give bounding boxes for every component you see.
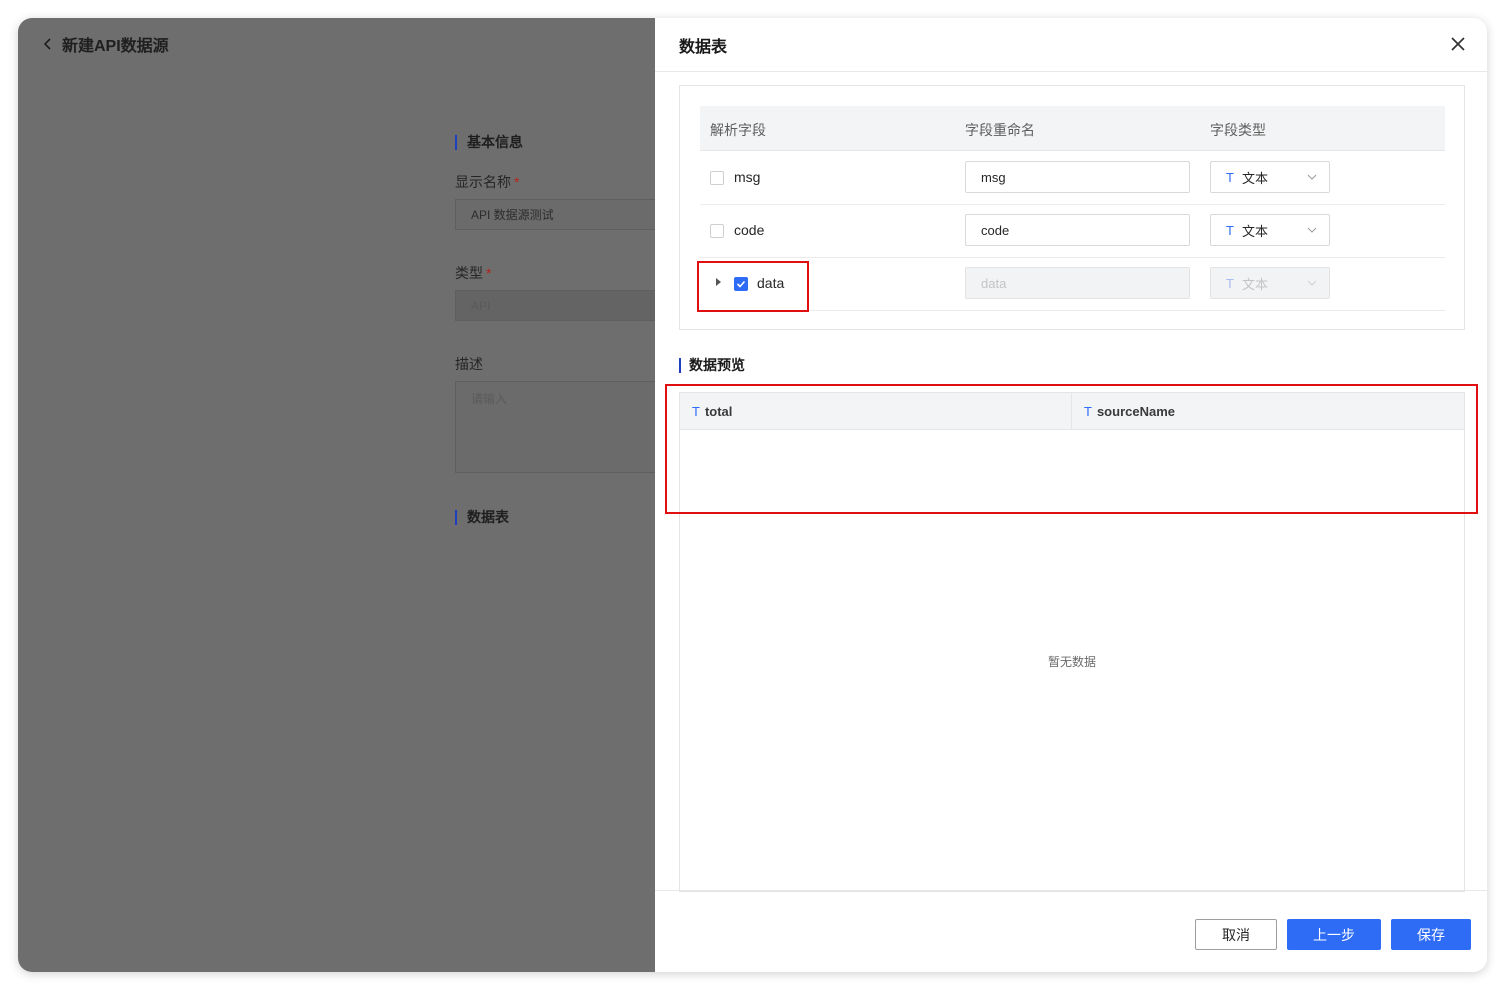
data-table-drawer: 数据表 解析字段 字段重命名 字段类型 msg msg T 文本 code co…	[655, 18, 1487, 972]
header-rename: 字段重命名	[965, 122, 1035, 138]
fields-table-header: 解析字段 字段重命名 字段类型	[700, 106, 1445, 151]
section-title-data-table: 数据表	[455, 510, 509, 525]
type-select-data: T 文本	[1210, 267, 1330, 299]
empty-state-text: 暂无数据	[1047, 655, 1096, 669]
page-header: 新建API数据源	[40, 32, 169, 56]
fields-table: 解析字段 字段重命名 字段类型 msg msg T 文本 code code T…	[679, 85, 1465, 330]
drawer-footer: 取消 上一步 保存	[655, 890, 1487, 972]
page-title: 新建API数据源	[62, 38, 169, 55]
previous-step-button[interactable]: 上一步	[1287, 919, 1381, 950]
display-name-input[interactable]: API 数据源测试	[455, 199, 665, 230]
expand-caret-icon[interactable]	[716, 278, 721, 286]
close-icon[interactable]	[1449, 35, 1467, 53]
field-checkbox-code[interactable]	[710, 224, 724, 238]
save-button[interactable]: 保存	[1391, 919, 1471, 950]
description-textarea[interactable]: 请输入	[455, 381, 665, 473]
drawer-header: 数据表	[655, 18, 1487, 72]
field-name-data: data	[757, 275, 785, 291]
preview-table: T total T sourceName 暂无数据	[679, 392, 1465, 892]
cancel-button[interactable]: 取消	[1195, 919, 1277, 950]
text-type-icon: T	[1226, 169, 1234, 185]
chevron-down-icon	[1307, 174, 1317, 180]
text-type-icon: T	[1084, 403, 1092, 419]
header-parse-field: 解析字段	[710, 122, 766, 138]
check-icon	[736, 280, 746, 288]
field-row-data: data data T 文本	[700, 257, 1445, 311]
text-type-icon: T	[692, 403, 700, 419]
type-select-code[interactable]: T 文本	[1210, 214, 1330, 246]
type-select-value: 文本	[1241, 170, 1268, 186]
display-name-label: 显示名称 *	[455, 174, 520, 190]
preview-column-label: sourceName	[1096, 403, 1175, 419]
field-checkbox-msg[interactable]	[710, 171, 724, 185]
description-label: 描述	[455, 356, 483, 372]
type-input: API	[455, 290, 665, 321]
preview-column-label: total	[704, 403, 733, 419]
field-name-msg: msg	[734, 169, 761, 185]
rename-input-code[interactable]: code	[965, 214, 1190, 246]
header-field-type: 字段类型	[1210, 122, 1266, 138]
rename-input-msg[interactable]: msg	[965, 161, 1190, 193]
preview-column-sourcename: T sourceName	[1072, 393, 1464, 429]
drawer-title: 数据表	[679, 39, 728, 56]
app-window: 新建API数据源 基本信息 显示名称 * API 数据源测试 类型 * API 描述…	[18, 18, 1487, 972]
chevron-down-icon	[1307, 280, 1317, 286]
field-name-code: code	[734, 222, 765, 238]
field-row-code: code code T 文本	[700, 204, 1445, 258]
rename-input-data: data	[965, 267, 1190, 299]
field-row-msg: msg msg T 文本	[700, 151, 1445, 205]
preview-column-total: T total	[680, 393, 1072, 429]
chevron-left-icon[interactable]	[40, 36, 56, 52]
background-page: 新建API数据源 基本信息 显示名称 * API 数据源测试 类型 * API 描述…	[18, 18, 665, 972]
text-type-icon: T	[1226, 222, 1234, 238]
field-checkbox-data[interactable]	[734, 277, 748, 291]
text-type-icon: T	[1226, 275, 1234, 291]
section-title-basic-info: 基本信息	[455, 135, 523, 150]
preview-table-header: T total T sourceName	[680, 393, 1464, 430]
type-label: 类型 *	[455, 265, 492, 281]
preview-section-title: 数据预览	[679, 358, 745, 373]
type-select-value: 文本	[1241, 276, 1268, 292]
type-select-value: 文本	[1241, 223, 1268, 239]
type-select-msg[interactable]: T 文本	[1210, 161, 1330, 193]
chevron-down-icon	[1307, 227, 1317, 233]
